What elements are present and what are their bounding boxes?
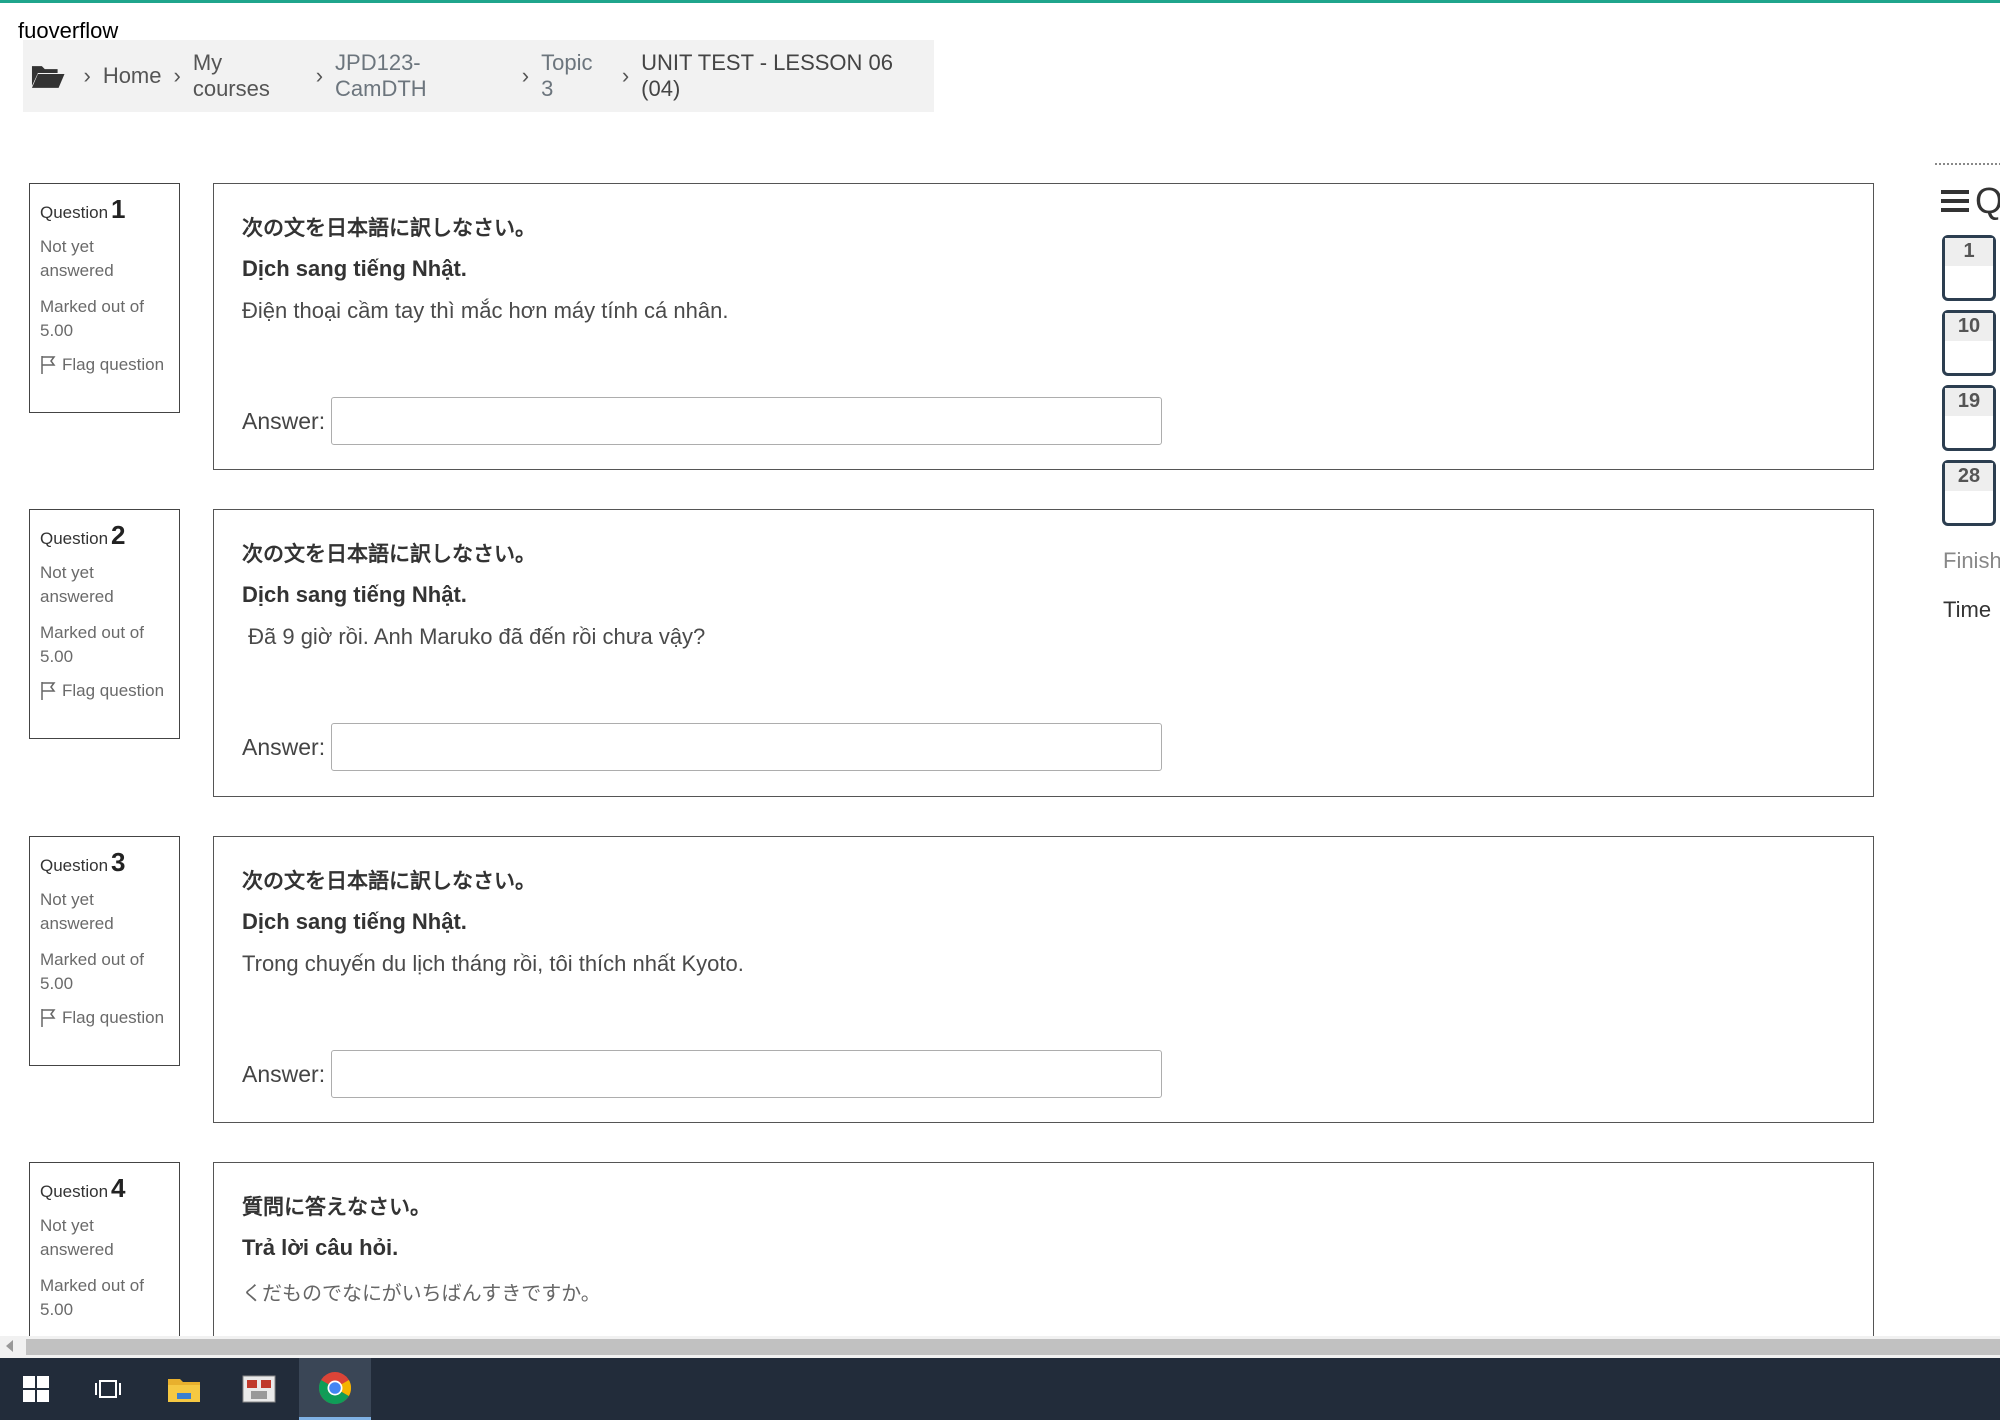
file-explorer-icon bbox=[168, 1379, 200, 1402]
question-grade: Marked out of 5.00 bbox=[40, 623, 144, 666]
scrollbar-thumb[interactable] bbox=[26, 1339, 2000, 1355]
answer-label: Answer: bbox=[242, 733, 326, 760]
nav-question-number: 19 bbox=[1945, 388, 1993, 416]
question-state: Not yet answered bbox=[40, 890, 114, 933]
nav-question-number: 10 bbox=[1945, 313, 1993, 341]
breadcrumb-separator: › bbox=[173, 63, 181, 88]
question-text: くだものでなにがいちばんすきですか。 bbox=[242, 1281, 601, 1305]
question-label: Question bbox=[40, 1182, 109, 1201]
question-info-1: Question 1 Not yet answered Marked out of… bbox=[29, 183, 180, 413]
quiz-navigation: Q 1 10 19 28 Finish Time bbox=[1935, 160, 2000, 660]
question-grade: Marked out of 5.00 bbox=[40, 1276, 144, 1319]
question-content-2: 次の文を日本語に訳しなさい。 Dịch sang tiếng Nhật. Đã … bbox=[213, 509, 1874, 797]
question-label: Question bbox=[40, 203, 109, 222]
question-content-4: 質問に答えなさい。 Trả lời câu hỏi. くだものでなにがいちばんす… bbox=[213, 1162, 1874, 1362]
breadcrumb-my-courses[interactable]: My courses bbox=[193, 50, 304, 102]
nav-question-number: 28 bbox=[1945, 463, 1993, 491]
top-accent-line bbox=[0, 0, 2000, 3]
instruction-japanese: 次の文を日本語に訳しなさい。 bbox=[242, 542, 536, 566]
question-label: Question bbox=[40, 529, 109, 548]
breadcrumb-topic[interactable]: Topic 3 bbox=[541, 50, 610, 102]
flag-question-label: Flag question bbox=[62, 355, 165, 374]
instruction-vietnamese: Dịch sang tiếng Nhật. bbox=[242, 909, 467, 934]
answer-label: Answer: bbox=[242, 1060, 326, 1087]
question-content-1: 次の文を日本語に訳しなさい。 Dịch sang tiếng Nhật. Điệ… bbox=[213, 183, 1874, 470]
quiz-navigation-header: Q bbox=[1941, 180, 2000, 222]
nav-question-button[interactable]: 1 bbox=[1942, 235, 1996, 301]
horizontal-scrollbar[interactable] bbox=[0, 1336, 2000, 1358]
answer-input[interactable] bbox=[331, 397, 1163, 445]
quiz-navigation-title: Q bbox=[1975, 180, 2000, 221]
question-info-4: Question 4 Not yet answered Marked out of… bbox=[29, 1162, 180, 1362]
answer-input[interactable] bbox=[331, 1050, 1163, 1098]
chrome-button[interactable] bbox=[299, 1358, 371, 1420]
question-text: Điện thoại cầm tay thì mắc hơn máy tính … bbox=[242, 298, 729, 323]
flag-icon bbox=[41, 1009, 56, 1027]
flag-question-label: Flag question bbox=[62, 681, 165, 700]
answer-row: Answer: bbox=[242, 1050, 1163, 1098]
task-view-button[interactable] bbox=[72, 1358, 144, 1420]
question-number: 4 bbox=[111, 1173, 126, 1203]
flag-question-link[interactable]: Flag question bbox=[40, 679, 169, 703]
task-view-icon bbox=[95, 1380, 121, 1398]
breadcrumb-course[interactable]: JPD123-CamDTH bbox=[335, 50, 510, 102]
question-content-3: 次の文を日本語に訳しなさい。 Dịch sang tiếng Nhật. Tro… bbox=[213, 836, 1874, 1123]
question-grade: Marked out of 5.00 bbox=[40, 297, 144, 340]
taskbar-app-button[interactable] bbox=[223, 1358, 295, 1420]
hamburger-icon[interactable] bbox=[1941, 189, 1969, 213]
file-explorer-button[interactable] bbox=[148, 1358, 220, 1420]
nav-question-button[interactable]: 10 bbox=[1942, 310, 1996, 376]
folder-open-icon[interactable] bbox=[30, 62, 65, 90]
instruction-japanese: 次の文を日本語に訳しなさい。 bbox=[242, 216, 536, 240]
instruction-vietnamese: Trả lời câu hỏi. bbox=[242, 1235, 399, 1260]
flag-question-link[interactable]: Flag question bbox=[40, 1006, 169, 1030]
question-info-3: Question 3 Not yet answered Marked out of… bbox=[29, 836, 180, 1066]
scroll-left-arrow-icon[interactable] bbox=[6, 1340, 13, 1352]
breadcrumb-separator: › bbox=[621, 63, 630, 88]
flag-question-label: Flag question bbox=[62, 1008, 165, 1027]
taskbar bbox=[0, 1358, 2000, 1420]
answer-row: Answer: bbox=[242, 723, 1163, 771]
breadcrumb-separator: › bbox=[83, 63, 91, 88]
answer-input[interactable] bbox=[331, 723, 1163, 771]
breadcrumb-separator: › bbox=[315, 63, 324, 88]
app-icon bbox=[242, 1375, 276, 1403]
flag-icon bbox=[41, 682, 56, 700]
windows-start-icon bbox=[23, 1376, 49, 1402]
instruction-vietnamese: Dịch sang tiếng Nhật. bbox=[242, 582, 467, 607]
breadcrumb-separator: › bbox=[521, 63, 530, 88]
nav-question-button[interactable]: 19 bbox=[1942, 385, 1996, 451]
question-label: Question bbox=[40, 856, 109, 875]
answer-row: Answer: bbox=[242, 397, 1163, 445]
question-number: 2 bbox=[111, 520, 126, 550]
nav-question-button[interactable]: 28 bbox=[1942, 460, 1996, 526]
instruction-vietnamese: Dịch sang tiếng Nhật. bbox=[242, 256, 467, 281]
question-text: Trong chuyến du lịch tháng rồi, tôi thíc… bbox=[242, 951, 744, 976]
windows-start-button[interactable] bbox=[0, 1358, 72, 1420]
answer-label: Answer: bbox=[242, 407, 326, 434]
question-state: Not yet answered bbox=[40, 563, 114, 606]
breadcrumb-current-page: UNIT TEST - LESSON 06 (04) bbox=[641, 50, 894, 101]
question-state: Not yet answered bbox=[40, 237, 114, 280]
flag-icon bbox=[41, 356, 56, 374]
time-left-label: Time bbox=[1943, 597, 1992, 622]
breadcrumb-home[interactable]: Home bbox=[103, 63, 162, 89]
question-number: 1 bbox=[111, 194, 126, 224]
nav-divider bbox=[1935, 163, 2000, 165]
flag-question-link[interactable]: Flag question bbox=[40, 353, 169, 377]
instruction-japanese: 質問に答えなさい。 bbox=[242, 1195, 431, 1219]
question-text: Đã 9 giờ rồi. Anh Maruko đã đến rồi chưa… bbox=[242, 624, 706, 649]
nav-question-number: 1 bbox=[1945, 238, 1993, 266]
finish-attempt-link[interactable]: Finish bbox=[1943, 548, 2000, 574]
chrome-icon bbox=[318, 1371, 352, 1404]
question-info-2: Question 2 Not yet answered Marked out of… bbox=[29, 509, 180, 739]
breadcrumb: › Home › My courses › JPD123-CamDTH › To… bbox=[23, 40, 934, 112]
instruction-japanese: 次の文を日本語に訳しなさい。 bbox=[242, 869, 536, 893]
question-number: 3 bbox=[111, 847, 126, 877]
question-state: Not yet answered bbox=[40, 1216, 114, 1259]
question-grade: Marked out of 5.00 bbox=[40, 950, 144, 993]
